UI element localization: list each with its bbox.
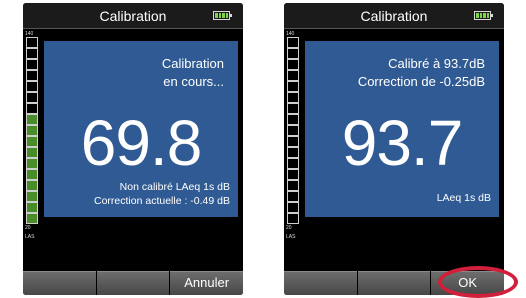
meter-segment — [287, 114, 299, 125]
meter-segment — [287, 191, 299, 202]
softkey-1[interactable] — [284, 271, 357, 295]
level-meter: 140 20 LAS — [25, 31, 40, 241]
meter-segment-active — [26, 213, 38, 224]
meter-segment — [287, 125, 299, 136]
meter-segment-active — [26, 202, 38, 213]
meter-min-label: 20 — [286, 225, 292, 231]
level-readout: 69.8 — [80, 107, 203, 179]
meter-segment — [287, 180, 299, 191]
meter-segment — [287, 158, 299, 169]
meter-segment — [287, 48, 299, 59]
meter-segment — [287, 37, 299, 48]
meter-segment — [287, 103, 299, 114]
meter-segment — [287, 70, 299, 81]
meter-segment — [26, 37, 38, 48]
battery-icon — [213, 11, 232, 20]
battery-icon — [474, 11, 493, 20]
info-text: Non calibré LAeq 1s dB Correction actuel… — [94, 180, 230, 208]
meter-segment — [26, 81, 38, 92]
level-meter: 140 20 LAS — [286, 31, 301, 241]
meter-segment — [26, 59, 38, 70]
reading-panel: Calibré à 93.7dB Correction de -0.25dB 9… — [305, 41, 499, 217]
meter-segment-active — [26, 169, 38, 180]
meter-segment-active — [26, 147, 38, 158]
meter-segment-active — [26, 180, 38, 191]
status-message: Calibration en cours... — [162, 55, 224, 91]
meter-segment — [287, 81, 299, 92]
meter-segment — [26, 103, 38, 114]
meter-segment — [287, 92, 299, 103]
softkey-bar: Annuler — [23, 271, 243, 295]
meter-segment-active — [26, 136, 38, 147]
info-line: Non calibré LAeq 1s dB — [119, 181, 230, 193]
info-line: LAeq 1s dB — [436, 192, 491, 204]
meter-segment — [26, 92, 38, 103]
softkey-2[interactable] — [96, 271, 170, 295]
cancel-button[interactable]: Annuler — [170, 271, 243, 295]
status-line: Calibration — [161, 56, 224, 71]
meter-segment — [287, 169, 299, 180]
status-line: Correction de -0.25dB — [357, 74, 485, 89]
status-line: en cours... — [163, 74, 224, 89]
screen-title: Calibration — [99, 8, 167, 24]
meter-mode-label: LAS — [25, 234, 35, 240]
screen-title: Calibration — [360, 8, 428, 24]
meter-segment — [26, 70, 38, 81]
meter-mode-label: LAS — [286, 234, 296, 240]
title-bar: Calibration — [23, 3, 243, 29]
info-line: Correction actuelle : -0.49 dB — [94, 195, 230, 207]
meter-segment — [287, 213, 299, 224]
meter-segment-active — [26, 158, 38, 169]
meter-min-label: 20 — [25, 225, 31, 231]
meter-segment — [287, 202, 299, 213]
meter-segment-active — [26, 114, 38, 125]
status-line: Calibré à 93.7dB — [388, 56, 485, 71]
device-screen-calibrating: Calibration 140 20 LAS Calibration en co… — [23, 3, 243, 295]
meter-segment-active — [26, 191, 38, 202]
meter-segment — [287, 147, 299, 158]
status-message: Calibré à 93.7dB Correction de -0.25dB — [358, 55, 485, 91]
softkey-bar: OK — [284, 271, 504, 295]
softkey-2[interactable] — [357, 271, 431, 295]
title-bar: Calibration — [284, 3, 504, 29]
meter-segment — [26, 48, 38, 59]
level-readout: 93.7 — [341, 107, 464, 179]
device-screen-calibrated: Calibration 140 20 LAS Calibré à 93.7dB … — [284, 3, 504, 295]
reading-panel: Calibration en cours... 69.8 Non calibré… — [44, 41, 238, 217]
softkey-1[interactable] — [23, 271, 96, 295]
info-text: LAeq 1s dB — [437, 191, 491, 205]
meter-segment — [287, 59, 299, 70]
ok-button[interactable]: OK — [431, 271, 504, 295]
meter-segment — [287, 136, 299, 147]
meter-segment-active — [26, 125, 38, 136]
